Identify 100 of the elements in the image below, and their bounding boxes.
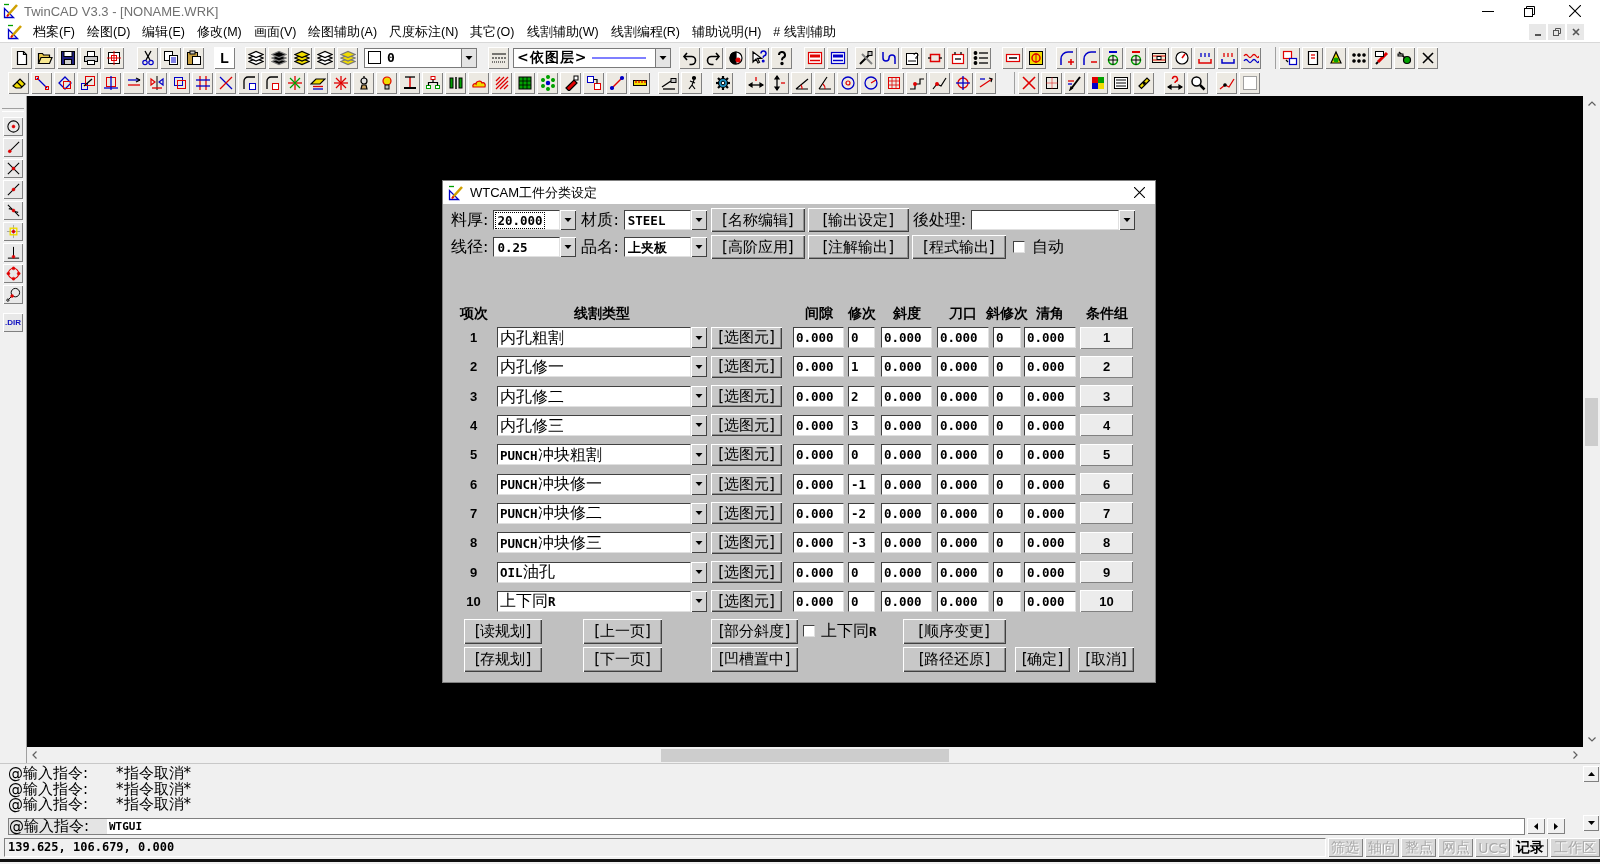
number-field[interactable]: -2 bbox=[848, 502, 875, 524]
linetype-dropdown-field[interactable]: <依图层> bbox=[513, 47, 655, 68]
dialog-button[interactable]: [程式输出] bbox=[911, 235, 1006, 259]
number-field[interactable]: 0.000 bbox=[793, 473, 844, 495]
scroll-down-icon[interactable] bbox=[1583, 815, 1599, 831]
polyline-icon[interactable] bbox=[1216, 71, 1237, 94]
layers-icon[interactable] bbox=[245, 46, 266, 69]
scroll-left-icon[interactable] bbox=[1527, 818, 1545, 834]
cross-lines-icon[interactable] bbox=[215, 71, 236, 94]
number-field[interactable]: 0.000 bbox=[937, 473, 989, 495]
corner-box-icon[interactable] bbox=[261, 71, 282, 94]
menu-item[interactable]: 修改(M) bbox=[191, 23, 248, 41]
grid-icon[interactable] bbox=[514, 71, 535, 94]
cloud-icon[interactable] bbox=[468, 71, 489, 94]
dialog-button[interactable]: [部分斜度] bbox=[711, 618, 798, 644]
menu-item[interactable]: 辅助说明(H) bbox=[686, 23, 768, 41]
split-bars-icon[interactable] bbox=[445, 71, 466, 94]
arc-minus-icon[interactable] bbox=[1079, 46, 1100, 69]
dropdown-field[interactable]: STEEL bbox=[623, 210, 691, 230]
select-entity-button[interactable]: [选图元] bbox=[711, 561, 782, 584]
menu-item[interactable]: 绘图辅助(A) bbox=[302, 23, 384, 41]
stripes-icon[interactable] bbox=[491, 71, 512, 94]
coin-icon[interactable] bbox=[1025, 46, 1046, 69]
tangent-icon[interactable] bbox=[3, 285, 23, 304]
tools-icon[interactable] bbox=[855, 46, 876, 69]
scroll-up-icon[interactable] bbox=[1583, 766, 1599, 782]
intersection-icon[interactable] bbox=[3, 159, 23, 178]
stick-figure-icon[interactable] bbox=[681, 71, 702, 94]
condition-group-button[interactable]: 1 bbox=[1080, 326, 1133, 349]
linked-squares-icon[interactable] bbox=[583, 71, 604, 94]
condition-group-button[interactable]: 8 bbox=[1080, 531, 1133, 554]
select-entity-button[interactable]: [选图元] bbox=[711, 473, 782, 496]
dialog-button[interactable]: [存规划] bbox=[464, 646, 542, 672]
dialog-button[interactable]: [读规划] bbox=[464, 618, 542, 644]
burst-icon[interactable] bbox=[330, 71, 351, 94]
number-field[interactable]: 0.000 bbox=[881, 327, 932, 348]
menu-item[interactable]: 尺度标注(N) bbox=[383, 23, 465, 41]
dialog-button[interactable]: [凹槽置中] bbox=[711, 646, 798, 672]
panel-icon[interactable] bbox=[1148, 46, 1169, 69]
select-entity-button[interactable]: [选图元] bbox=[711, 531, 782, 554]
number-field[interactable]: 0.000 bbox=[881, 444, 932, 466]
number-field[interactable]: 0.000 bbox=[1024, 502, 1076, 524]
number-field[interactable]: 0.000 bbox=[937, 415, 989, 436]
dropdown-field[interactable]: 上下同R bbox=[497, 590, 691, 612]
nearest-icon[interactable] bbox=[3, 201, 23, 220]
number-field[interactable]: 0 bbox=[993, 532, 1021, 554]
number-field[interactable]: 0.000 bbox=[937, 385, 989, 407]
slope-icon[interactable] bbox=[658, 71, 679, 94]
page-icon[interactable] bbox=[1302, 46, 1323, 69]
new-file-icon[interactable] bbox=[11, 46, 32, 69]
number-field[interactable]: 0 bbox=[848, 590, 875, 612]
number-field[interactable]: 0.000 bbox=[937, 502, 989, 524]
save-icon[interactable] bbox=[57, 46, 78, 69]
number-field[interactable]: 0.000 bbox=[881, 561, 932, 583]
bracket-icon[interactable] bbox=[1217, 46, 1238, 69]
hatch-icon[interactable] bbox=[307, 71, 328, 94]
number-field[interactable]: 0.000 bbox=[1024, 356, 1076, 378]
number-field[interactable]: 0 bbox=[848, 327, 875, 348]
number-field[interactable]: -3 bbox=[848, 532, 875, 554]
target-icon[interactable] bbox=[1125, 46, 1146, 69]
number-field[interactable]: 0 bbox=[848, 444, 875, 466]
bracket-icon[interactable] bbox=[1194, 46, 1215, 69]
paste-icon[interactable] bbox=[183, 46, 204, 69]
minimize-icon[interactable] bbox=[1529, 24, 1546, 40]
dropdown-field[interactable]: 内孔修一 bbox=[497, 356, 691, 378]
number-field[interactable]: 0.000 bbox=[881, 502, 932, 524]
x-mark-icon[interactable] bbox=[1018, 71, 1039, 94]
dial-icon[interactable] bbox=[1171, 46, 1192, 69]
number-field[interactable]: 0.000 bbox=[793, 590, 844, 612]
restore-icon[interactable] bbox=[1548, 24, 1565, 40]
pen-icon[interactable] bbox=[1064, 71, 1085, 94]
label-tile-icon[interactable] bbox=[827, 46, 848, 69]
redo-icon[interactable] bbox=[702, 46, 723, 69]
status-toggle[interactable]: 记录 bbox=[1512, 838, 1549, 857]
dialog-button[interactable]: [顺序变更] bbox=[902, 618, 1006, 644]
dropdown-field[interactable] bbox=[971, 210, 1120, 230]
restore-icon[interactable] bbox=[1524, 5, 1535, 17]
mirror-icon[interactable] bbox=[146, 71, 167, 94]
dialog-button[interactable]: [高阶应用] bbox=[710, 235, 805, 259]
number-field[interactable]: 0 bbox=[993, 385, 1021, 407]
select-entity-button[interactable]: [选图元] bbox=[711, 385, 782, 408]
target-icon[interactable] bbox=[1102, 46, 1123, 69]
number-field[interactable]: 0.000 bbox=[937, 356, 989, 378]
select-entity-button[interactable]: [选图元] bbox=[711, 355, 782, 378]
midpoint-icon[interactable] bbox=[3, 180, 23, 199]
select-entity-button[interactable]: [选图元] bbox=[711, 443, 782, 466]
eraser-icon[interactable] bbox=[8, 71, 29, 94]
wave-icon[interactable] bbox=[1240, 46, 1261, 69]
condition-group-button[interactable]: 10 bbox=[1080, 590, 1133, 613]
crosshair-frame-icon[interactable] bbox=[103, 46, 124, 69]
number-field[interactable]: 0.000 bbox=[937, 561, 989, 583]
height-arrows-icon[interactable] bbox=[768, 71, 789, 94]
menu-item[interactable]: 其它(O) bbox=[464, 23, 521, 41]
close-icon[interactable] bbox=[1569, 5, 1581, 17]
scale-icon[interactable] bbox=[77, 71, 98, 94]
rectangle-icon[interactable] bbox=[924, 46, 945, 69]
number-field[interactable]: 0.000 bbox=[793, 385, 844, 407]
dropdown-field[interactable]: PUNCH冲块修一 bbox=[497, 473, 691, 495]
dropdown-field[interactable]: PUNCH冲块粗割 bbox=[497, 444, 691, 466]
hatch-grid-icon[interactable] bbox=[1041, 71, 1062, 94]
